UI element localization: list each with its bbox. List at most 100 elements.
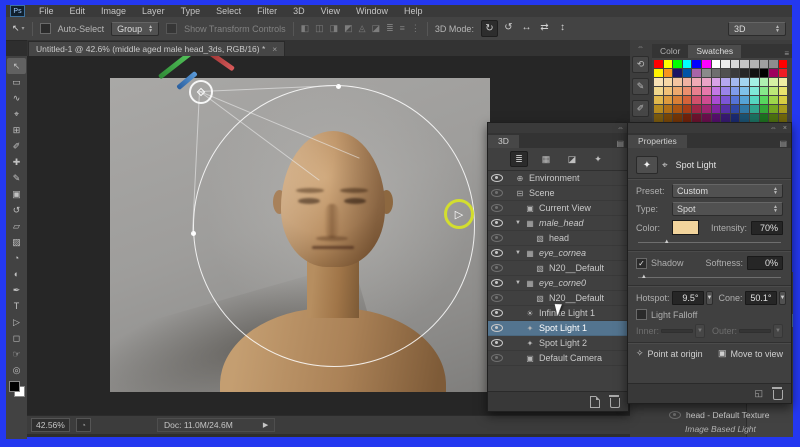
type-dropdown[interactable]: Spot ▲▼: [672, 202, 783, 216]
auto-select-checkbox[interactable]: [40, 23, 51, 34]
swatch[interactable]: [721, 78, 730, 86]
swatch[interactable]: [731, 87, 740, 95]
scene-tree-row[interactable]: ✦Spot Light 1: [488, 321, 628, 336]
swatch[interactable]: [750, 96, 759, 104]
menu-item-image[interactable]: Image: [93, 6, 134, 16]
hotspot-field[interactable]: 9.5°: [672, 291, 704, 305]
brush-presets-panel-icon[interactable]: ✎: [632, 78, 649, 95]
align-left-icon[interactable]: ◧: [301, 23, 310, 34]
tab-swatches[interactable]: Swatches: [688, 45, 741, 58]
swatch[interactable]: [750, 114, 759, 122]
roll-3d-icon[interactable]: ↺: [501, 20, 516, 35]
swatch[interactable]: [673, 78, 682, 86]
distribute-center-icon[interactable]: ≡: [400, 23, 405, 34]
swatch[interactable]: [769, 78, 778, 86]
swatch[interactable]: [664, 96, 673, 104]
history-panel-icon[interactable]: ⟲: [632, 56, 649, 73]
eraser-tool[interactable]: ▱: [7, 218, 26, 234]
swatch[interactable]: [731, 105, 740, 113]
image-based-light-entry[interactable]: Image Based Light: [685, 424, 756, 434]
swatch[interactable]: [692, 69, 701, 77]
swatch[interactable]: [654, 69, 663, 77]
swatch[interactable]: [712, 69, 721, 77]
scene-tree-row[interactable]: ▣Default Camera: [488, 351, 628, 366]
swatch[interactable]: [731, 69, 740, 77]
softness-field[interactable]: 0%: [747, 256, 783, 270]
filter-meshes-icon[interactable]: ▦: [538, 152, 554, 166]
swatch[interactable]: [654, 105, 663, 113]
move-tool[interactable]: ↖: [7, 58, 26, 74]
history-brush-tool[interactable]: ↺: [7, 202, 26, 218]
swatch[interactable]: [673, 96, 682, 104]
swatch[interactable]: [779, 87, 788, 95]
workspace-switcher[interactable]: 3D ▲▼: [728, 22, 786, 36]
crop-tool[interactable]: ⊞: [7, 122, 26, 138]
menu-item-filter[interactable]: Filter: [249, 6, 285, 16]
swatch[interactable]: [721, 105, 730, 113]
point-at-origin-button[interactable]: ✧ Point at origin: [636, 348, 703, 359]
scene-tree-row[interactable]: ▼▦eye_corne0: [488, 276, 628, 291]
intensity-field[interactable]: 70%: [751, 221, 783, 235]
visibility-eye-icon[interactable]: [491, 279, 503, 287]
filter-lights-icon[interactable]: ✦: [590, 152, 606, 166]
spotlight-origin-widget[interactable]: [189, 80, 213, 104]
shape-tool[interactable]: ◻: [7, 330, 26, 346]
visibility-eye-icon[interactable]: [491, 234, 503, 242]
collapse-panel-icon[interactable]: ⇔: [617, 125, 624, 132]
scene-tree-row[interactable]: ⊟Scene: [488, 186, 628, 201]
swatch[interactable]: [692, 105, 701, 113]
scene-tree-row[interactable]: ▼▦eye_cornea: [488, 246, 628, 261]
move-to-view-button[interactable]: ▣ Move to view: [718, 348, 783, 359]
menu-item-view[interactable]: View: [313, 6, 348, 16]
swatch[interactable]: [702, 69, 711, 77]
spotlight-ring-widget[interactable]: [193, 85, 475, 367]
slider-thumb[interactable]: ▲: [664, 239, 670, 245]
swatch[interactable]: [779, 114, 788, 122]
slide-3d-icon[interactable]: ⇄: [537, 20, 552, 35]
inner-stepper[interactable]: ▼: [695, 324, 705, 338]
scene-tree-row[interactable]: ✦Spot Light 2: [488, 336, 628, 351]
swatch[interactable]: [731, 78, 740, 86]
menu-item-file[interactable]: File: [31, 6, 62, 16]
swatch[interactable]: [760, 114, 769, 122]
scene-tree-row[interactable]: ▼▦male_head: [488, 216, 628, 231]
swatch[interactable]: [683, 87, 692, 95]
swatch[interactable]: [760, 69, 769, 77]
swatch[interactable]: [721, 87, 730, 95]
shadow-checkbox[interactable]: ✓: [636, 258, 647, 269]
path-select-tool[interactable]: ▷: [7, 314, 26, 330]
menu-item-type[interactable]: Type: [173, 6, 209, 16]
swatch[interactable]: [750, 69, 759, 77]
swatch[interactable]: [750, 78, 759, 86]
swatch[interactable]: [673, 114, 682, 122]
delete-icon[interactable]: [773, 390, 783, 400]
swatch[interactable]: [654, 87, 663, 95]
align-hcenter-icon[interactable]: ◫: [315, 23, 324, 34]
swatch[interactable]: [740, 69, 749, 77]
visibility-eye-icon[interactable]: [491, 249, 503, 257]
swatch[interactable]: [712, 114, 721, 122]
toggle-live-preview-icon[interactable]: ◱: [754, 388, 763, 399]
visibility-eye-icon[interactable]: [669, 411, 681, 419]
inner-field[interactable]: [661, 329, 693, 333]
visibility-eye-icon[interactable]: [491, 174, 503, 182]
swatch[interactable]: [654, 96, 663, 104]
brush-tool[interactable]: ✎: [7, 170, 26, 186]
panel-menu-icon[interactable]: ≡: [784, 49, 792, 58]
light-falloff-checkbox[interactable]: [636, 309, 647, 320]
align-top-icon[interactable]: ◩: [344, 23, 353, 34]
swatch[interactable]: [769, 69, 778, 77]
swatch[interactable]: [731, 60, 740, 68]
tab-properties[interactable]: Properties: [628, 135, 687, 148]
swatch[interactable]: [721, 114, 730, 122]
swatch[interactable]: [779, 69, 788, 77]
swatch[interactable]: [664, 69, 673, 77]
swatch[interactable]: [664, 87, 673, 95]
tab-color[interactable]: Color: [652, 45, 688, 58]
swatch[interactable]: [673, 60, 682, 68]
swatch[interactable]: [692, 87, 701, 95]
swatch[interactable]: [769, 114, 778, 122]
swatch[interactable]: [702, 87, 711, 95]
swatch[interactable]: [654, 114, 663, 122]
scene-tree-row[interactable]: ▧N20__Default: [488, 261, 628, 276]
